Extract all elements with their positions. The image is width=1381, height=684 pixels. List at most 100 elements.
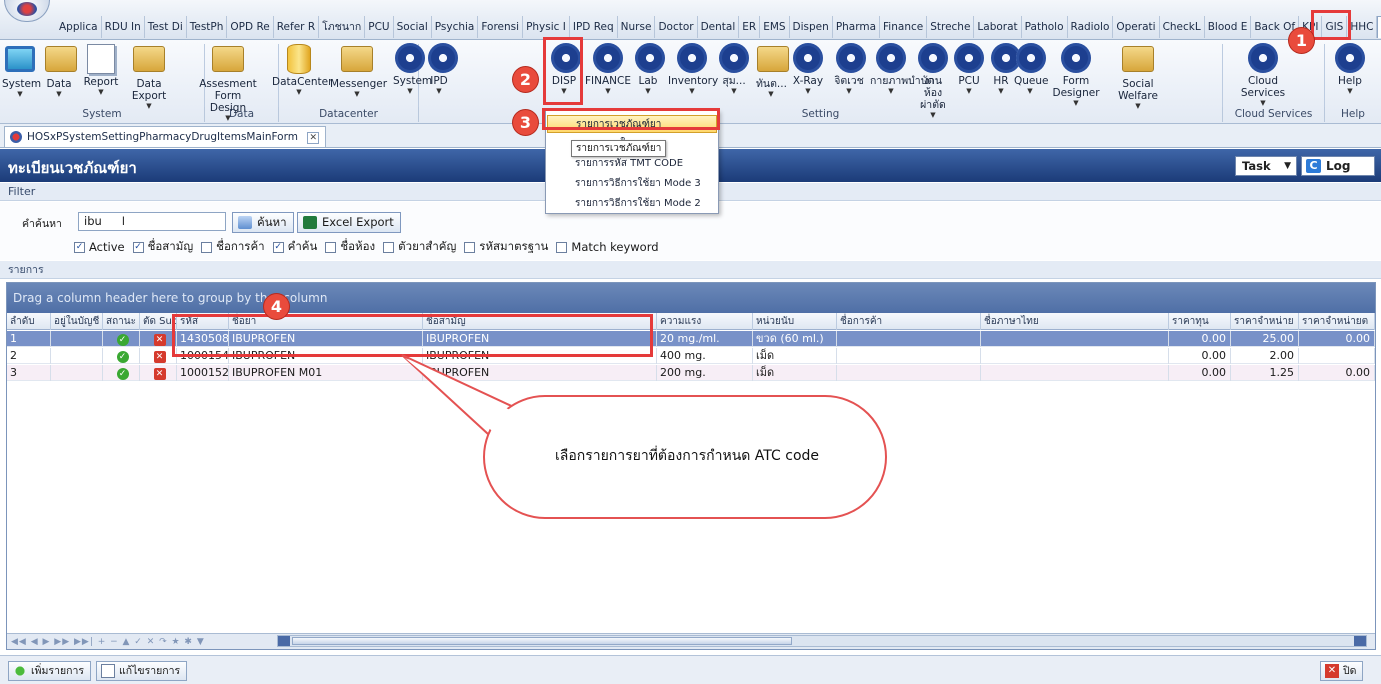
table-cell[interactable]: [837, 331, 981, 347]
log-button[interactable]: C Log: [1301, 156, 1375, 176]
table-cell[interactable]: 200 mg.: [657, 365, 753, 381]
module-tab[interactable]: Physic I: [523, 16, 570, 38]
task-dropdown[interactable]: Task ▼: [1235, 156, 1297, 176]
filter-checkbox[interactable]: ตัวยาสำคัญ: [383, 238, 456, 256]
ribbon-button[interactable]: IPD ▼: [426, 42, 458, 104]
filter-checkbox[interactable]: ชื่อห้อง: [325, 238, 375, 256]
table-cell[interactable]: ✓: [103, 331, 140, 347]
module-tab[interactable]: Laborat: [974, 16, 1022, 38]
table-cell[interactable]: 20 mg./ml.: [657, 331, 753, 347]
ribbon-button[interactable]: DISP ▼: [549, 42, 581, 104]
module-tab[interactable]: Test Di: [145, 16, 187, 38]
module-tab[interactable]: TestPh: [187, 16, 228, 38]
table-cell[interactable]: ✕: [140, 348, 177, 364]
column-header[interactable]: ความแรง: [657, 313, 753, 330]
module-tab[interactable]: Pharma: [833, 16, 881, 38]
table-cell[interactable]: 2.00: [1231, 348, 1299, 364]
table-cell[interactable]: เม็ด: [753, 348, 837, 364]
ribbon-button[interactable]: Report ▼: [82, 42, 120, 104]
table-cell[interactable]: 0.00: [1169, 331, 1231, 347]
menu-item[interactable]: รายการเวชภัณฑ์ยา: [547, 115, 717, 133]
menu-item[interactable]: รายการวิธีการใช้ยา Mode 3: [547, 175, 717, 193]
table-cell[interactable]: ✕: [140, 365, 177, 381]
checkbox-box[interactable]: [201, 241, 213, 253]
column-header[interactable]: ชื่อยา: [229, 313, 423, 330]
close-tab-icon[interactable]: ✕: [307, 132, 320, 144]
column-header[interactable]: หน่วยนับ: [753, 313, 837, 330]
menu-item[interactable]: รายการวิธีการใช้ยา Mode 2: [547, 195, 717, 213]
column-header[interactable]: ราคาจำหน่ายต: [1299, 313, 1375, 330]
checkbox-box[interactable]: [464, 241, 476, 253]
table-cell[interactable]: 0.00: [1299, 331, 1375, 347]
table-cell[interactable]: IBUPROFEN: [229, 348, 423, 364]
ribbon-button[interactable]: ทันต... ▼: [756, 42, 789, 104]
module-tab[interactable]: HHC: [1347, 16, 1378, 38]
close-button[interactable]: ✕ ปิด: [1320, 661, 1364, 681]
module-tab[interactable]: PCU: [365, 16, 394, 38]
table-cell[interactable]: 1.25: [1231, 365, 1299, 381]
table-cell[interactable]: 25.00: [1231, 331, 1299, 347]
table-cell[interactable]: 1000152: [177, 365, 229, 381]
column-header[interactable]: ราคาทุน: [1169, 313, 1231, 330]
app-logo[interactable]: [4, 0, 50, 22]
table-cell[interactable]: ขวด (60 ml.): [753, 331, 837, 347]
scroll-left-icon[interactable]: [278, 636, 290, 646]
module-tab[interactable]: EMS: [760, 16, 790, 38]
table-cell[interactable]: ✓: [103, 365, 140, 381]
ribbon-button[interactable]: Messenger ▼: [330, 42, 387, 104]
table-cell[interactable]: 3: [7, 365, 51, 381]
table-cell[interactable]: ✕: [140, 331, 177, 347]
module-tab[interactable]: Tools: [1377, 16, 1381, 38]
ribbon-button[interactable]: Help ▼: [1330, 42, 1370, 104]
table-cell[interactable]: IBUPROFEN: [423, 348, 657, 364]
table-cell[interactable]: [837, 365, 981, 381]
ribbon-button[interactable]: งานห้องผ่าตัด ▼: [915, 42, 951, 119]
excel-export-button[interactable]: Excel Export: [297, 212, 401, 233]
table-cell[interactable]: 0.00: [1169, 365, 1231, 381]
module-tab[interactable]: Social: [394, 16, 432, 38]
table-cell[interactable]: [51, 331, 103, 347]
group-panel[interactable]: Drag a column header here to group by th…: [7, 283, 1375, 313]
table-cell[interactable]: [51, 348, 103, 364]
ribbon-button[interactable]: สุม... ▼: [717, 42, 751, 104]
ribbon-button[interactable]: HR ▼: [989, 42, 1021, 104]
ribbon-button[interactable]: FINANCE ▼: [585, 42, 631, 104]
module-tab[interactable]: Operati: [1113, 16, 1160, 38]
ribbon-button[interactable]: กายภาพบำบัด ▼: [870, 42, 934, 104]
module-tab[interactable]: Streche: [927, 16, 975, 38]
module-tab[interactable]: Nurse: [618, 16, 656, 38]
filter-checkbox[interactable]: ✓ คำค้น: [272, 238, 317, 256]
edit-item-button[interactable]: แก้ไขรายการ: [96, 661, 188, 681]
module-tab[interactable]: Radiolo: [1068, 16, 1114, 38]
column-header[interactable]: ลำดับ: [7, 313, 51, 330]
table-cell[interactable]: [981, 331, 1169, 347]
table-cell[interactable]: IBUPROFEN: [229, 331, 423, 347]
table-row[interactable]: 1 ✓ ✕ 1430508 IBUPROFEN IBUPROFEN 20 mg./ml. ขว…: [7, 331, 1375, 347]
ribbon-button[interactable]: จิตเวช ▼: [834, 42, 866, 104]
ribbon-button[interactable]: Queue ▼: [1014, 42, 1049, 104]
column-header[interactable]: ชื่อสามัญ: [423, 313, 657, 330]
table-cell[interactable]: [981, 365, 1169, 381]
ribbon-button[interactable]: Cloud Services ▼: [1234, 42, 1292, 107]
column-header[interactable]: สถานะ: [103, 313, 140, 330]
module-tab[interactable]: Patholo: [1022, 16, 1068, 38]
module-tab[interactable]: Dispen: [790, 16, 833, 38]
ribbon-button[interactable]: Inventory ▼: [668, 42, 718, 104]
module-tab[interactable]: Refer R: [274, 16, 320, 38]
ribbon-button[interactable]: System ▼: [2, 42, 41, 104]
add-item-button[interactable]: เพิ่มรายการ: [8, 661, 92, 681]
module-tab[interactable]: RDU In: [102, 16, 145, 38]
module-tab[interactable]: Finance: [880, 16, 928, 38]
table-cell[interactable]: ✓: [103, 348, 140, 364]
table-row[interactable]: 3 ✓ ✕ 1000152 IBUPROFEN M01 IBUPROFEN 200 mg. เ…: [7, 365, 1375, 381]
table-cell[interactable]: 400 mg.: [657, 348, 753, 364]
module-tab[interactable]: OPD Re: [227, 16, 274, 38]
menu-item[interactable]: รายการรหัส TMT CODE: [547, 155, 717, 173]
search-button[interactable]: ค้นหา: [232, 212, 294, 233]
module-tab[interactable]: โภชนาก: [319, 16, 366, 38]
table-cell[interactable]: IBUPROFEN: [423, 365, 657, 381]
checkbox-box[interactable]: [556, 241, 568, 253]
table-cell[interactable]: [837, 348, 981, 364]
ribbon-button[interactable]: Form Designer ▼: [1048, 42, 1104, 107]
table-cell[interactable]: 1: [7, 331, 51, 347]
